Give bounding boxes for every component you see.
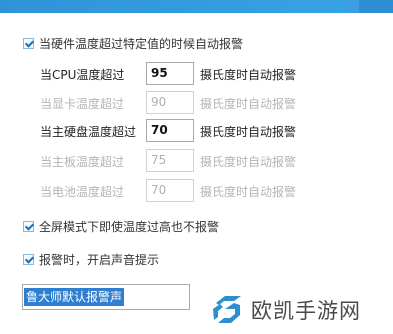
watermark: 欧凯手游网 [210,290,361,330]
gpu-threshold-label: 当显卡温度超过 [40,97,125,111]
window-title-bar [0,0,393,13]
close-button[interactable] [359,0,393,13]
board-threshold-unit: 摄氏度时自动报警 [200,155,297,169]
gpu-threshold-unit: 摄氏度时自动报警 [200,97,297,111]
board-threshold-label: 当主板温度超过 [40,155,125,169]
battery-threshold-unit: 摄氏度时自动报警 [200,185,297,199]
fullscreen-checkbox[interactable] [23,220,34,232]
fullscreen-label: 全屏模式下即使温度过高也不报警 [39,219,220,234]
gpu-threshold-row: 当显卡温度超过 90 摄氏度时自动报警 [0,91,393,115]
battery-threshold-label: 当电池温度超过 [40,185,125,199]
hw-alarm-label: 当硬件温度超过特定值的时候自动报警 [39,36,244,51]
minimize-button[interactable] [345,0,359,13]
gpu-threshold-input: 90 [146,91,194,114]
hw-alarm-option[interactable]: 当硬件温度超过特定值的时候自动报警 [23,35,243,51]
sound-checkbox[interactable] [23,253,34,265]
battery-threshold-input: 70 [146,179,194,202]
disk-threshold-input[interactable]: 70 [146,119,194,142]
sound-option[interactable]: 报警时，开启声音提示 [23,251,159,267]
disk-threshold-unit: 摄氏度时自动报警 [200,125,297,139]
cpu-threshold-label: 当CPU温度超过 [40,68,125,82]
cpu-threshold-unit: 摄氏度时自动报警 [200,68,297,82]
hw-alarm-checkbox[interactable] [23,37,34,49]
board-threshold-row: 当主板温度超过 75 摄氏度时自动报警 [0,149,393,173]
watermark-text: 欧凯手游网 [251,299,361,323]
ok-logo-icon [213,296,241,323]
disk-threshold-label: 当主硬盘温度超过 [40,125,137,139]
disk-threshold-row: 当主硬盘温度超过 70 摄氏度时自动报警 [0,119,393,143]
alarm-sound-value: 鲁大师默认报警声 [24,288,125,306]
board-threshold-input: 75 [146,149,194,172]
cpu-threshold-row: 当CPU温度超过 95 摄氏度时自动报警 [0,62,393,86]
alarm-sound-select[interactable]: 鲁大师默认报警声 [22,284,190,310]
cpu-threshold-input[interactable]: 95 [146,62,194,85]
battery-threshold-row: 当电池温度超过 70 摄氏度时自动报警 [0,179,393,203]
fullscreen-option[interactable]: 全屏模式下即使温度过高也不报警 [23,218,219,234]
sound-label: 报警时，开启声音提示 [39,252,160,267]
